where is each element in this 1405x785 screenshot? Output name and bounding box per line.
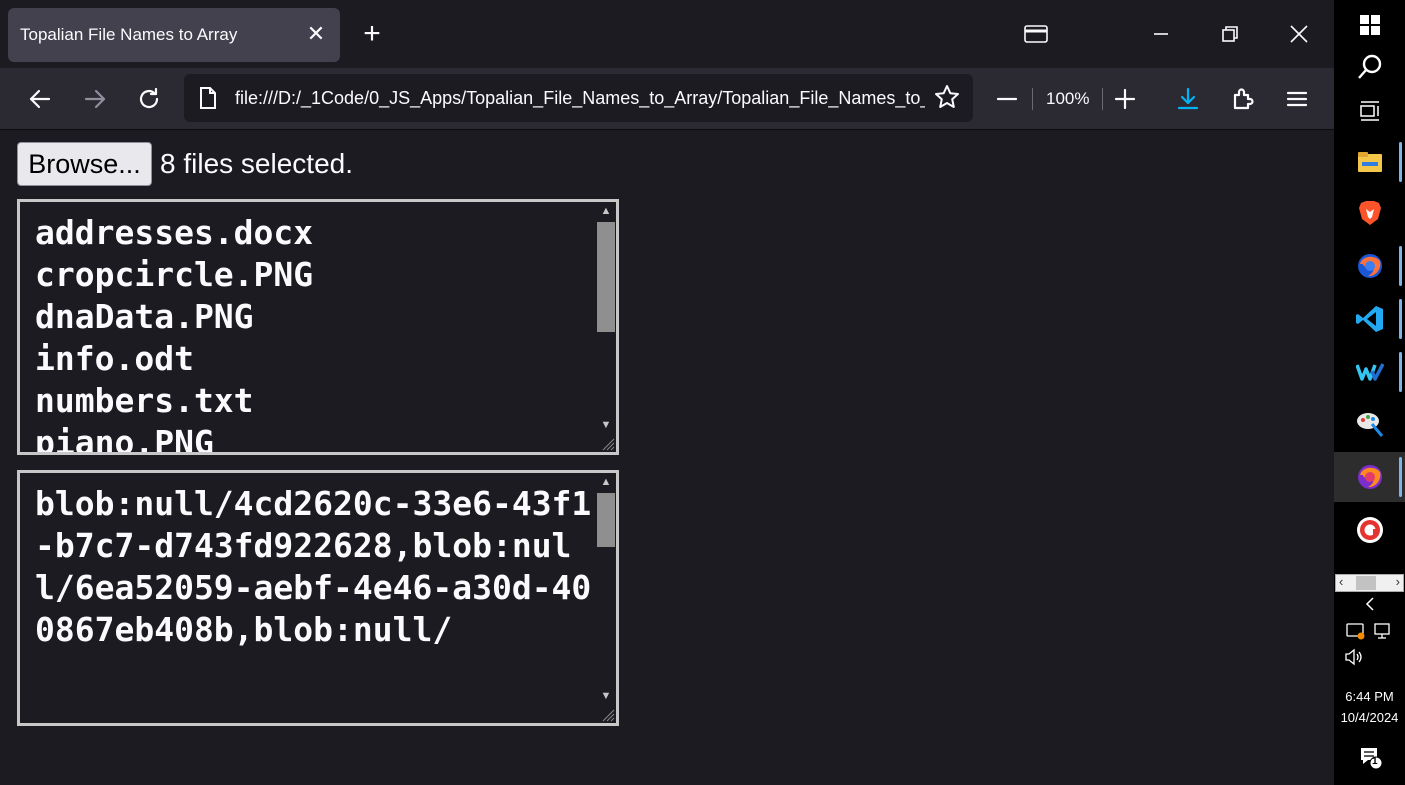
windsurf-icon[interactable] xyxy=(1334,347,1405,397)
browser-window: Topalian File Names to Array ✕ + file://… xyxy=(0,0,1334,785)
navigation-toolbar: file:///D:/_1Code/0_JS_Apps/Topalian_Fil… xyxy=(0,68,1334,130)
scroll-up-icon[interactable]: ▲ xyxy=(596,473,616,491)
scroll-down-icon[interactable]: ▼ xyxy=(596,416,616,434)
clock-date: 10/4/2024 xyxy=(1340,710,1399,725)
minimize-button[interactable] xyxy=(1141,14,1181,54)
running-indicator xyxy=(1399,142,1402,182)
running-indicator xyxy=(1399,299,1402,339)
restore-button[interactable] xyxy=(1210,14,1250,54)
firefox-icon[interactable] xyxy=(1334,241,1405,291)
zoom-separator xyxy=(1032,88,1033,110)
back-icon[interactable] xyxy=(23,82,57,116)
scrollbar-thumb[interactable] xyxy=(597,222,615,332)
url-bar[interactable]: file:///D:/_1Code/0_JS_Apps/Topalian_Fil… xyxy=(184,74,973,122)
menu-icon[interactable] xyxy=(1280,82,1314,116)
browse-button[interactable]: Browse... xyxy=(17,142,152,186)
taskbar: ‹ › 6:44 PM 10/4/2024 1 xyxy=(1334,0,1405,785)
forward-icon[interactable] xyxy=(78,82,112,116)
zoom-in-icon[interactable] xyxy=(1108,82,1142,116)
url-text[interactable]: file:///D:/_1Code/0_JS_Apps/Topalian_Fil… xyxy=(235,88,925,109)
files-selected-status: 8 files selected. xyxy=(160,148,353,179)
firefox-active-icon[interactable] xyxy=(1334,452,1405,502)
tab-title: Topalian File Names to Array xyxy=(20,25,238,44)
extensions-icon[interactable] xyxy=(1226,82,1260,116)
bookmark-star-icon[interactable] xyxy=(934,84,960,115)
page-icon xyxy=(198,86,218,115)
window-tabs-icon[interactable] xyxy=(1016,14,1056,54)
vscode-icon[interactable] xyxy=(1334,294,1405,344)
security-icon[interactable] xyxy=(1345,622,1366,640)
textarea-scrollbar[interactable]: ▲ ▼ xyxy=(596,202,616,452)
close-window-button[interactable] xyxy=(1279,14,1319,54)
tab-active[interactable]: Topalian File Names to Array ✕ xyxy=(8,8,340,62)
blob-urls-textarea[interactable]: blob:null/4cd2620c-33e6-43f1-b7c7-d743fd… xyxy=(17,470,619,726)
scroll-right-icon[interactable]: › xyxy=(1396,574,1400,589)
tray-row xyxy=(1334,622,1405,642)
downloads-icon[interactable] xyxy=(1171,82,1205,116)
paint-icon[interactable] xyxy=(1334,399,1405,449)
file-names-textarea[interactable]: addresses.docx cropcircle.PNG dnaData.PN… xyxy=(17,199,619,455)
tab-strip: Topalian File Names to Array ✕ + xyxy=(0,0,1334,68)
page-content: Browse... 8 files selected. addresses.do… xyxy=(0,131,1334,785)
task-view-icon[interactable] xyxy=(1334,86,1405,136)
close-tab-icon[interactable]: ✕ xyxy=(302,20,330,48)
scrollbar-thumb[interactable] xyxy=(597,493,615,547)
search-icon[interactable] xyxy=(1334,42,1405,92)
blob-urls-text[interactable]: blob:null/4cd2620c-33e6-43f1-b7c7-d743fd… xyxy=(35,483,595,651)
taskbar-scrollbar[interactable]: ‹ › xyxy=(1335,574,1404,592)
notification-count-badge: 1 xyxy=(1372,756,1378,767)
network-icon[interactable] xyxy=(1373,622,1394,640)
resize-grip-icon[interactable] xyxy=(601,708,615,722)
running-indicator xyxy=(1399,246,1402,286)
opera-icon[interactable] xyxy=(1334,505,1405,555)
zoom-level[interactable]: 100% xyxy=(1046,89,1089,109)
zoom-separator xyxy=(1102,88,1103,110)
new-tab-button[interactable]: + xyxy=(356,18,388,50)
running-indicator xyxy=(1399,457,1402,497)
scroll-down-icon[interactable]: ▼ xyxy=(596,687,616,705)
notifications-icon[interactable]: 1 xyxy=(1334,744,1405,774)
scroll-up-icon[interactable]: ▲ xyxy=(596,202,616,220)
file-explorer-icon[interactable] xyxy=(1334,137,1405,187)
scroll-left-icon[interactable]: ‹ xyxy=(1339,574,1343,589)
running-indicator xyxy=(1399,352,1402,392)
scrollbar-thumb[interactable] xyxy=(1356,576,1376,590)
clock-time: 6:44 PM xyxy=(1345,689,1394,704)
resize-grip-icon[interactable] xyxy=(601,437,615,451)
zoom-out-icon[interactable] xyxy=(990,82,1024,116)
taskbar-clock[interactable]: 6:44 PM 10/4/2024 xyxy=(1334,686,1405,728)
volume-icon[interactable] xyxy=(1334,648,1405,668)
textarea-scrollbar[interactable]: ▲ ▼ xyxy=(596,473,616,723)
reload-icon[interactable] xyxy=(132,82,166,116)
file-names-text[interactable]: addresses.docx cropcircle.PNG dnaData.PN… xyxy=(35,212,595,452)
show-hidden-icons-chevron-icon[interactable] xyxy=(1334,596,1405,616)
brave-icon[interactable] xyxy=(1334,188,1405,238)
